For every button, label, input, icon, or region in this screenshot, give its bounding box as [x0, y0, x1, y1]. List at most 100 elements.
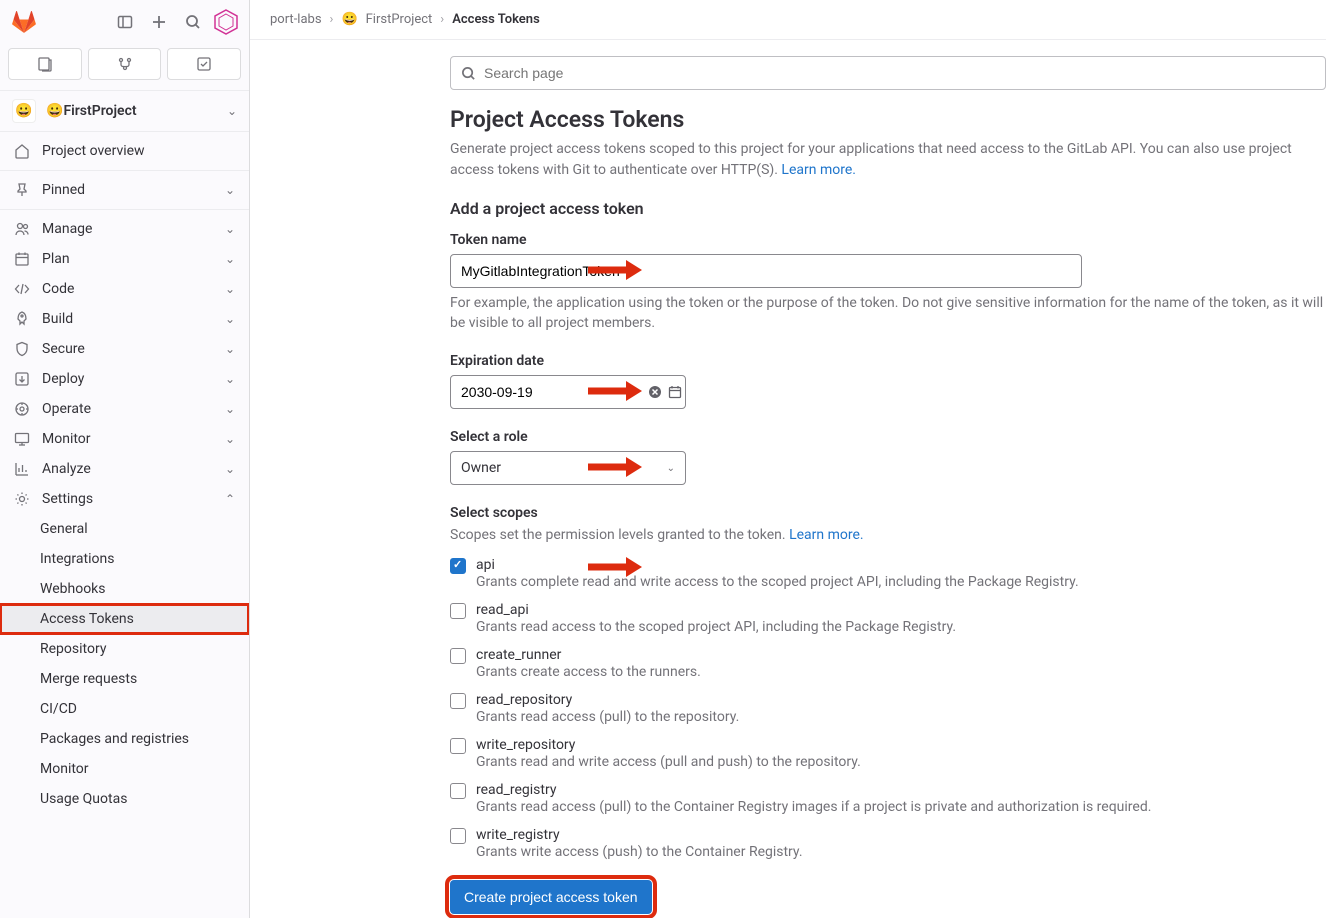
scope-write_repository-checkbox[interactable] [450, 738, 466, 754]
project-header[interactable]: 😀 😀FirstProject ⌄ [0, 90, 249, 132]
token-name-input[interactable] [450, 254, 1082, 288]
sidebar-top [0, 0, 249, 44]
sidebar-item-code[interactable]: Code⌄ [0, 274, 249, 304]
project-avatar: 😀 [12, 99, 36, 123]
chevron-down-icon: ⌄ [225, 312, 235, 326]
search-icon[interactable] [179, 8, 207, 36]
clear-icon[interactable] [648, 383, 662, 401]
scope-write_registry-checkbox[interactable] [450, 828, 466, 844]
chevron-down-icon: ⌄ [225, 183, 235, 197]
create-token-button[interactable]: Create project access token [450, 880, 652, 914]
sidebar-subitem-ci-cd[interactable]: CI/CD [0, 694, 249, 724]
breadcrumb-project[interactable]: FirstProject [366, 12, 433, 27]
sidebar-subitem-access-tokens[interactable]: Access Tokens [0, 604, 249, 634]
learn-more-link[interactable]: Learn more. [781, 162, 856, 178]
sidebar-item-analyze[interactable]: Analyze⌄ [0, 454, 249, 484]
scopes-learn-more-link[interactable]: Learn more. [789, 527, 864, 543]
sidebar-item-settings[interactable]: Settings⌃ [0, 484, 249, 514]
expiration-label: Expiration date [450, 353, 1326, 369]
scope-label: write_registry [476, 827, 803, 843]
expiration-input-wrap[interactable] [450, 375, 686, 409]
sidebar-item-operate[interactable]: Operate⌄ [0, 394, 249, 424]
chart-icon [14, 461, 30, 477]
panel-toggle-icon[interactable] [111, 8, 139, 36]
breadcrumb-current: Access Tokens [452, 12, 540, 27]
sidebar-subitem-repository[interactable]: Repository [0, 634, 249, 664]
breadcrumb-group[interactable]: port-labs [270, 12, 322, 27]
chevron-down-icon: ⌄ [225, 252, 235, 266]
home-icon [14, 143, 30, 159]
sidebar-item-deploy[interactable]: Deploy⌄ [0, 364, 249, 394]
sidebar-subitem-general[interactable]: General [0, 514, 249, 544]
sidebar-item-build[interactable]: Build⌄ [0, 304, 249, 334]
sidebar-item-label: Code [42, 281, 213, 297]
scopes-label: Select scopes [450, 505, 1326, 521]
scope-create_runner: create_runnerGrants create access to the… [450, 647, 1326, 680]
sidebar-item-monitor[interactable]: Monitor⌄ [0, 424, 249, 454]
scope-api-checkbox[interactable] [450, 558, 466, 574]
sidebar-subitem-monitor[interactable]: Monitor [0, 754, 249, 784]
sidebar-item-label: Monitor [42, 431, 213, 447]
expiration-input[interactable] [461, 384, 642, 400]
sidebar-subitem-merge-requests[interactable]: Merge requests [0, 664, 249, 694]
sidebar-item-label: Deploy [42, 371, 213, 387]
toolbar-btn-2[interactable] [88, 48, 162, 80]
chevron-down-icon: ⌄ [225, 402, 235, 416]
scope-desc: Grants create access to the runners. [476, 664, 701, 680]
rocket-icon [14, 311, 30, 327]
scope-write_repository: write_repositoryGrants read and write ac… [450, 737, 1326, 770]
scope-write_registry: write_registryGrants write access (push)… [450, 827, 1326, 860]
form-heading: Add a project access token [450, 199, 1326, 218]
sidebar-subitem-packages-and-registries[interactable]: Packages and registries [0, 724, 249, 754]
operate-icon [14, 401, 30, 417]
scope-read_api-checkbox[interactable] [450, 603, 466, 619]
scope-label: create_runner [476, 647, 701, 663]
sidebar-item-manage[interactable]: Manage⌄ [0, 214, 249, 244]
sidebar-item-plan[interactable]: Plan⌄ [0, 244, 249, 274]
sidebar-subitem-webhooks[interactable]: Webhooks [0, 574, 249, 604]
scope-label: api [476, 557, 1079, 573]
scope-read_registry-checkbox[interactable] [450, 783, 466, 799]
toolbar-btn-1[interactable] [8, 48, 82, 80]
token-name-label: Token name [450, 232, 1326, 248]
scope-label: read_api [476, 602, 956, 618]
role-label: Select a role [450, 429, 1326, 445]
calendar-icon [14, 251, 30, 267]
gitlab-logo-icon[interactable] [10, 8, 38, 36]
scope-read_registry: read_registryGrants read access (pull) t… [450, 782, 1326, 815]
user-avatar-icon[interactable] [213, 9, 239, 35]
sidebar: 😀 😀FirstProject ⌄ Project overview Pinned… [0, 0, 250, 918]
search-input[interactable] [484, 65, 1315, 81]
sidebar-subitem-usage-quotas[interactable]: Usage Quotas [0, 784, 249, 814]
sidebar-item-label: Project overview [42, 143, 235, 159]
search-icon [461, 66, 476, 81]
sidebar-item-secure[interactable]: Secure ⌄ [0, 334, 249, 364]
sidebar-subitem-integrations[interactable]: Integrations [0, 544, 249, 574]
toolbar-btn-3[interactable] [167, 48, 241, 80]
sidebar-item-label: Pinned [42, 182, 213, 198]
scope-label: write_repository [476, 737, 861, 753]
pin-icon [14, 182, 30, 198]
sidebar-item-label: Analyze [42, 461, 213, 477]
scope-read_repository-checkbox[interactable] [450, 693, 466, 709]
plus-icon[interactable] [145, 8, 173, 36]
gear-icon [14, 491, 30, 507]
scope-desc: Grants read access (pull) to the reposit… [476, 709, 739, 725]
sidebar-item-label: Secure [42, 341, 213, 357]
scope-read_api: read_apiGrants read access to the scoped… [450, 602, 1326, 635]
scope-label: read_registry [476, 782, 1151, 798]
role-select[interactable]: Owner ⌄ [450, 451, 686, 485]
scope-desc: Grants write access (push) to the Contai… [476, 844, 803, 860]
scope-create_runner-checkbox[interactable] [450, 648, 466, 664]
scope-read_repository: read_repositoryGrants read access (pull)… [450, 692, 1326, 725]
search-box[interactable] [450, 56, 1326, 90]
sidebar-item-project-overview[interactable]: Project overview [0, 136, 249, 166]
scopes-description: Scopes set the permission levels granted… [450, 527, 1326, 543]
content: Project Access Tokens Generate project a… [250, 40, 1326, 918]
breadcrumb: port-labs › 😀 FirstProject › Access Toke… [250, 0, 1326, 40]
token-name-help: For example, the application using the t… [450, 294, 1326, 333]
sidebar-item-pinned[interactable]: Pinned ⌄ [0, 175, 249, 205]
chevron-down-icon: ⌄ [225, 342, 235, 356]
breadcrumb-separator: › [440, 12, 444, 27]
calendar-icon[interactable] [668, 383, 682, 401]
